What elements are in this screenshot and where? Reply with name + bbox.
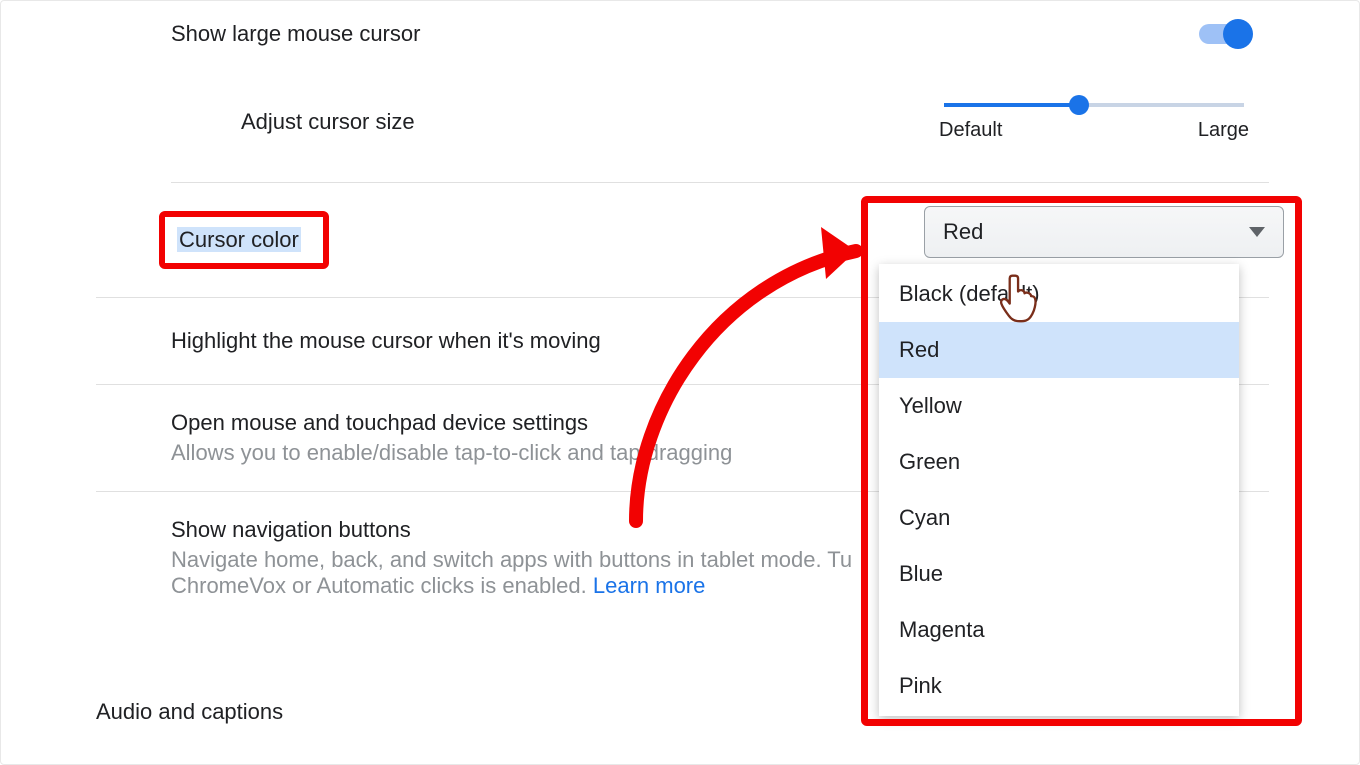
dropdown-item-blue[interactable]: Blue: [879, 546, 1239, 602]
annotation-box-cursor-color: Cursor color: [159, 211, 329, 269]
link-learn-more[interactable]: Learn more: [593, 573, 706, 598]
slider-cursor-size[interactable]: Default Large: [934, 103, 1254, 142]
dropdown-item-red[interactable]: Red: [879, 322, 1239, 378]
dropdown-cursor-color: Black (default) Red Yellow Green Cyan Bl…: [879, 264, 1239, 716]
select-cursor-color-value: Red: [943, 219, 983, 245]
label-large-mouse-cursor: Show large mouse cursor: [171, 21, 1199, 47]
toggle-knob: [1223, 19, 1253, 49]
dropdown-item-black[interactable]: Black (default): [879, 266, 1239, 322]
slider-thumb[interactable]: [1069, 95, 1089, 115]
dropdown-item-magenta[interactable]: Magenta: [879, 602, 1239, 658]
dropdown-item-yellow[interactable]: Yellow: [879, 378, 1239, 434]
dropdown-item-green[interactable]: Green: [879, 434, 1239, 490]
select-cursor-color[interactable]: Red: [924, 206, 1284, 258]
slider-max-label: Large: [1198, 119, 1249, 142]
chevron-down-icon: [1249, 227, 1265, 237]
row-large-mouse-cursor: Show large mouse cursor: [96, 1, 1269, 87]
label-cursor-color: Cursor color: [177, 227, 301, 252]
slider-filled: [944, 103, 1079, 107]
row-adjust-cursor-size: Adjust cursor size Default Large: [96, 87, 1269, 182]
toggle-large-mouse-cursor[interactable]: [1199, 24, 1249, 44]
dropdown-item-pink[interactable]: Pink: [879, 658, 1239, 714]
slider-min-label: Default: [939, 119, 1002, 142]
dropdown-item-cyan[interactable]: Cyan: [879, 490, 1239, 546]
label-adjust-cursor-size: Adjust cursor size: [241, 109, 415, 135]
